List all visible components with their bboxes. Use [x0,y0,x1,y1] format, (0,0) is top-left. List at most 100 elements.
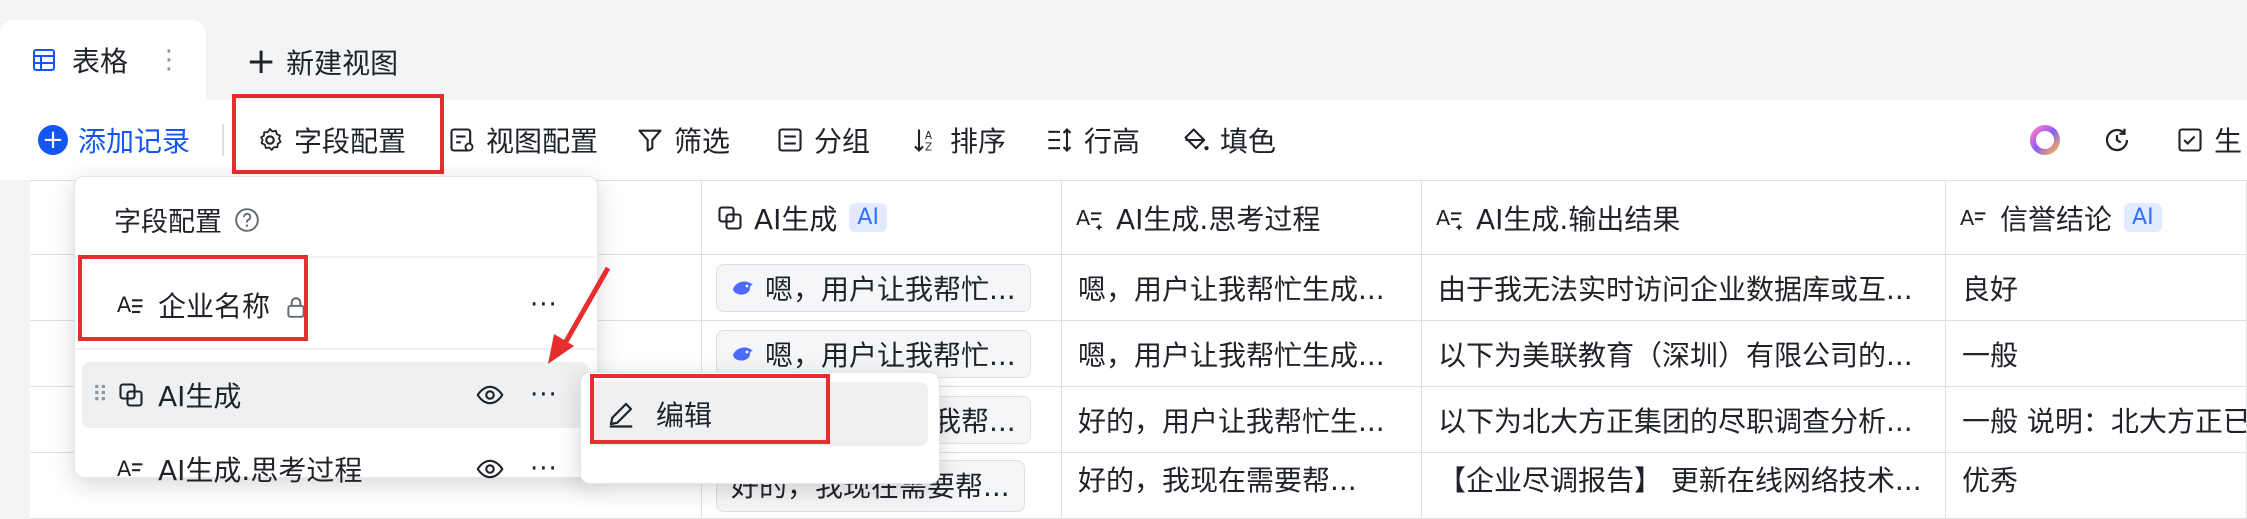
add-record-label: 添加记录 [78,125,191,158]
cell-text: 嗯，用户让我帮忙生成... [1078,338,1385,372]
sort-label: 排序 [950,125,1007,158]
text-ai-icon: A [1076,205,1103,231]
view-config-icon [450,128,474,152]
eye-icon[interactable] [474,381,506,409]
fill-color-label: 填色 [1220,125,1277,158]
field-config-highlight [232,94,444,174]
table-cell[interactable]: 一般 [1946,321,2247,387]
filter-label: 筛选 [674,125,731,158]
edit-highlight [590,374,830,444]
group-button[interactable]: 分组 [776,100,870,180]
svg-text:A: A [1436,205,1451,229]
table-cell[interactable]: 以下为北大方正集团的尽职调查分析... [1422,387,1946,453]
tab-label: 表格 [72,45,129,78]
cell-text: 好的，用户让我帮忙生... [1078,404,1385,438]
field-label: AI生成 [158,380,242,413]
new-view-label: 新建视图 [286,47,399,80]
svg-text:A: A [1076,205,1091,229]
svg-text:A: A [117,457,132,481]
ai-chip[interactable]: 嗯，用户让我帮忙... [716,263,1031,312]
chip-text: 嗯，用户让我帮忙... [765,338,1016,372]
tab-table[interactable]: 表格 ⋮ [0,20,206,100]
row-height-button[interactable]: 行高 [1046,100,1140,180]
group-icon [778,128,802,152]
filter-button[interactable]: 筛选 [636,100,730,180]
cell-text: 【企业尽调报告】 更新在线网络技术... [1438,464,1922,497]
table-cell[interactable]: 良好 [1946,255,2247,321]
svg-text:Z: Z [925,142,932,154]
field-label: AI生成.思考过程 [158,454,363,487]
ai-assistant-button[interactable] [2028,100,2072,180]
generate-label: 生 [2214,125,2243,158]
plus-icon: + [246,41,277,82]
fill-color-button[interactable]: 填色 [1182,100,1276,180]
cell-text: 由于我无法实时访问企业数据库或互... [1438,272,1913,306]
drag-handle-icon[interactable]: ⠿ [92,383,108,408]
cell-text: 以下为北大方正集团的尽职调查分析... [1438,404,1913,438]
cell-text: 以下为美联教育（深圳）有限公司的... [1438,338,1913,372]
cell-text: 好的，我现在需要帮... [1078,464,1357,497]
toolbar-divider [222,124,224,156]
checkbox-icon [2178,128,2202,152]
help-icon[interactable] [234,207,260,233]
table-cell[interactable]: 由于我无法实时访问企业数据库或互... [1422,255,1946,321]
column-label: AI生成 [754,202,838,236]
field-row-thinking[interactable]: A AI生成.思考过程 ··· [82,436,588,502]
cell-text: 优秀 [1962,464,2019,497]
svg-text:A: A [925,130,933,142]
svg-text:A: A [1960,205,1975,229]
panel-title-text: 字段配置 [114,207,222,238]
row-height-label: 行高 [1084,125,1141,158]
ai-generate-icon [718,205,742,230]
view-config-button[interactable]: 视图配置 [448,100,598,180]
eye-icon[interactable] [474,455,506,483]
table-cell[interactable]: 嗯，用户让我帮忙生成... [1062,255,1422,321]
ai-badge: AI [849,203,887,232]
history-button[interactable] [2102,100,2142,180]
column-header-credit[interactable]: A 信誉结论 AI [1946,181,2247,255]
panel-divider [75,348,595,350]
table-cell[interactable]: 好的，我现在需要帮... [1062,453,1422,519]
column-label: AI生成.输出结果 [1476,202,1681,236]
paint-bucket-icon [1184,128,1209,151]
add-record-button[interactable]: + 添加记录 [38,100,190,180]
ai-generate-icon [119,383,143,407]
cell-text: 嗯，用户让我帮忙生成... [1078,272,1385,306]
column-header-thinking[interactable]: A AI生成.思考过程 [1062,181,1422,255]
new-view-button[interactable]: + 新建视图 [246,40,398,84]
table-cell[interactable]: 嗯，用户让我帮忙... [702,255,1062,321]
table-cell[interactable]: 一般 说明：北大方正已 [1946,387,2247,453]
row-height-icon [1048,128,1072,152]
more-icon[interactable]: ··· [530,454,558,484]
chip-text: 嗯，用户让我帮忙... [765,272,1016,306]
sort-button[interactable]: A Z 排序 [912,100,1006,180]
more-icon[interactable]: ··· [530,380,558,410]
table-cell[interactable]: 嗯，用户让我帮忙生成... [1062,321,1422,387]
text-ai-icon: A [1960,205,1986,229]
table-cell[interactable]: 好的，用户让我帮忙生... [1062,387,1422,453]
deepseek-icon [733,281,753,295]
field-row-ai-generate[interactable]: ⠿ AI生成 ··· [82,362,588,428]
add-icon: + [38,125,68,155]
generate-button[interactable]: 生 [2176,100,2242,180]
table-icon [33,49,55,71]
sort-icon: A Z [914,129,933,154]
deepseek-icon [733,347,753,361]
history-icon [2105,128,2129,152]
ai-chip[interactable]: 嗯，用户让我帮忙... [716,329,1031,378]
table-cell[interactable]: 【企业尽调报告】 更新在线网络技术... [1422,453,1946,519]
tab-more-icon[interactable]: ⋮ [156,45,182,75]
text-ai-icon: A [1436,205,1463,231]
table-cell[interactable]: 以下为美联教育（深圳）有限公司的... [1422,321,1946,387]
cell-text: 良好 [1962,272,2019,306]
table-cell[interactable]: 优秀 [1946,453,2247,519]
arrow-annotation [548,266,611,364]
group-label: 分组 [814,125,871,158]
ai-ring-icon [2030,125,2060,155]
panel-title: 字段配置 [114,200,260,239]
column-header-ai-generate[interactable]: AI生成 AI [702,181,1062,255]
column-header-output[interactable]: A AI生成.输出结果 [1422,181,1946,255]
filter-icon [638,129,662,152]
company-name-highlight [78,255,308,341]
column-label: AI生成.思考过程 [1116,202,1321,236]
